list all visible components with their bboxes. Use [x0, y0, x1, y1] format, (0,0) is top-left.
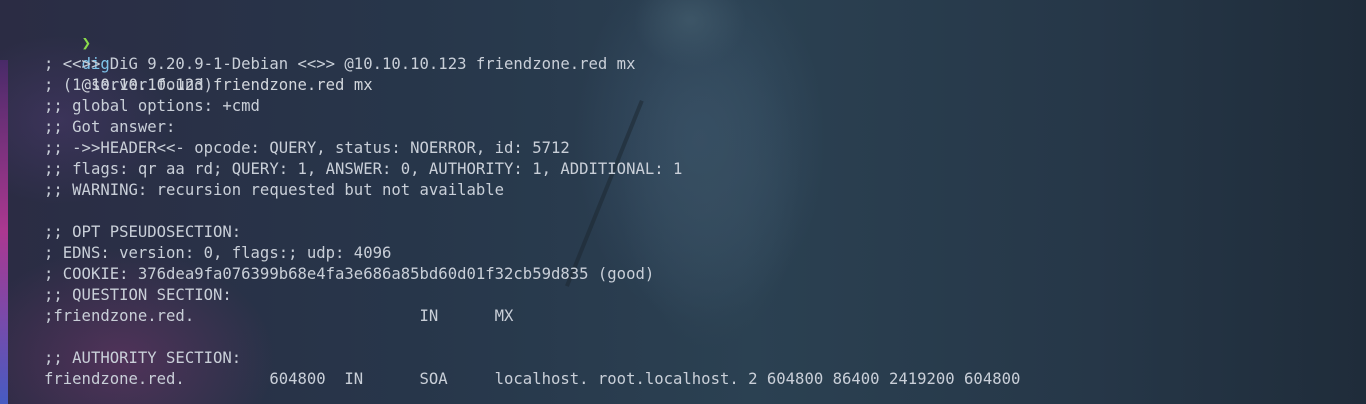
output-line: ;; OPT PSEUDOSECTION:	[44, 223, 242, 241]
command-prompt-line: ❯ dig @10.10.10.123 friendzone.red mx	[44, 12, 1344, 94]
wallpaper-neon-edge	[0, 60, 8, 404]
output-blank-line	[44, 327, 1344, 348]
terminal-window[interactable]: ❯ dig @10.10.10.123 friendzone.red mx ; …	[44, 12, 1344, 390]
output-line: ; <<>> DiG 9.20.9-1-Debian <<>> @10.10.1…	[44, 55, 636, 73]
output-line: ;; ->>HEADER<<- opcode: QUERY, status: N…	[44, 139, 570, 157]
output-line: ;; global options: +cmd	[44, 97, 260, 115]
output-line: ; COOKIE: 376dea9fa076399b68e4fa3e686a85…	[44, 265, 655, 283]
output-blank-line	[44, 201, 1344, 222]
output-line: ;; AUTHORITY SECTION:	[44, 349, 242, 367]
output-line: ;friendzone.red. IN MX	[44, 307, 514, 325]
output-line: ;; WARNING: recursion requested but not …	[44, 181, 505, 199]
output-line: ;; QUESTION SECTION:	[44, 286, 232, 304]
output-line: friendzone.red. 604800 IN SOA localhost.…	[44, 370, 1021, 388]
output-line: ;; Got answer:	[44, 118, 176, 136]
output-line: ;; flags: qr aa rd; QUERY: 1, ANSWER: 0,…	[44, 160, 683, 178]
output-line: ; EDNS: version: 0, flags:; udp: 4096	[44, 244, 392, 262]
command-output: ; <<>> DiG 9.20.9-1-Debian <<>> @10.10.1…	[44, 54, 1344, 390]
prompt-chevron-icon: ❯	[81, 34, 91, 52]
